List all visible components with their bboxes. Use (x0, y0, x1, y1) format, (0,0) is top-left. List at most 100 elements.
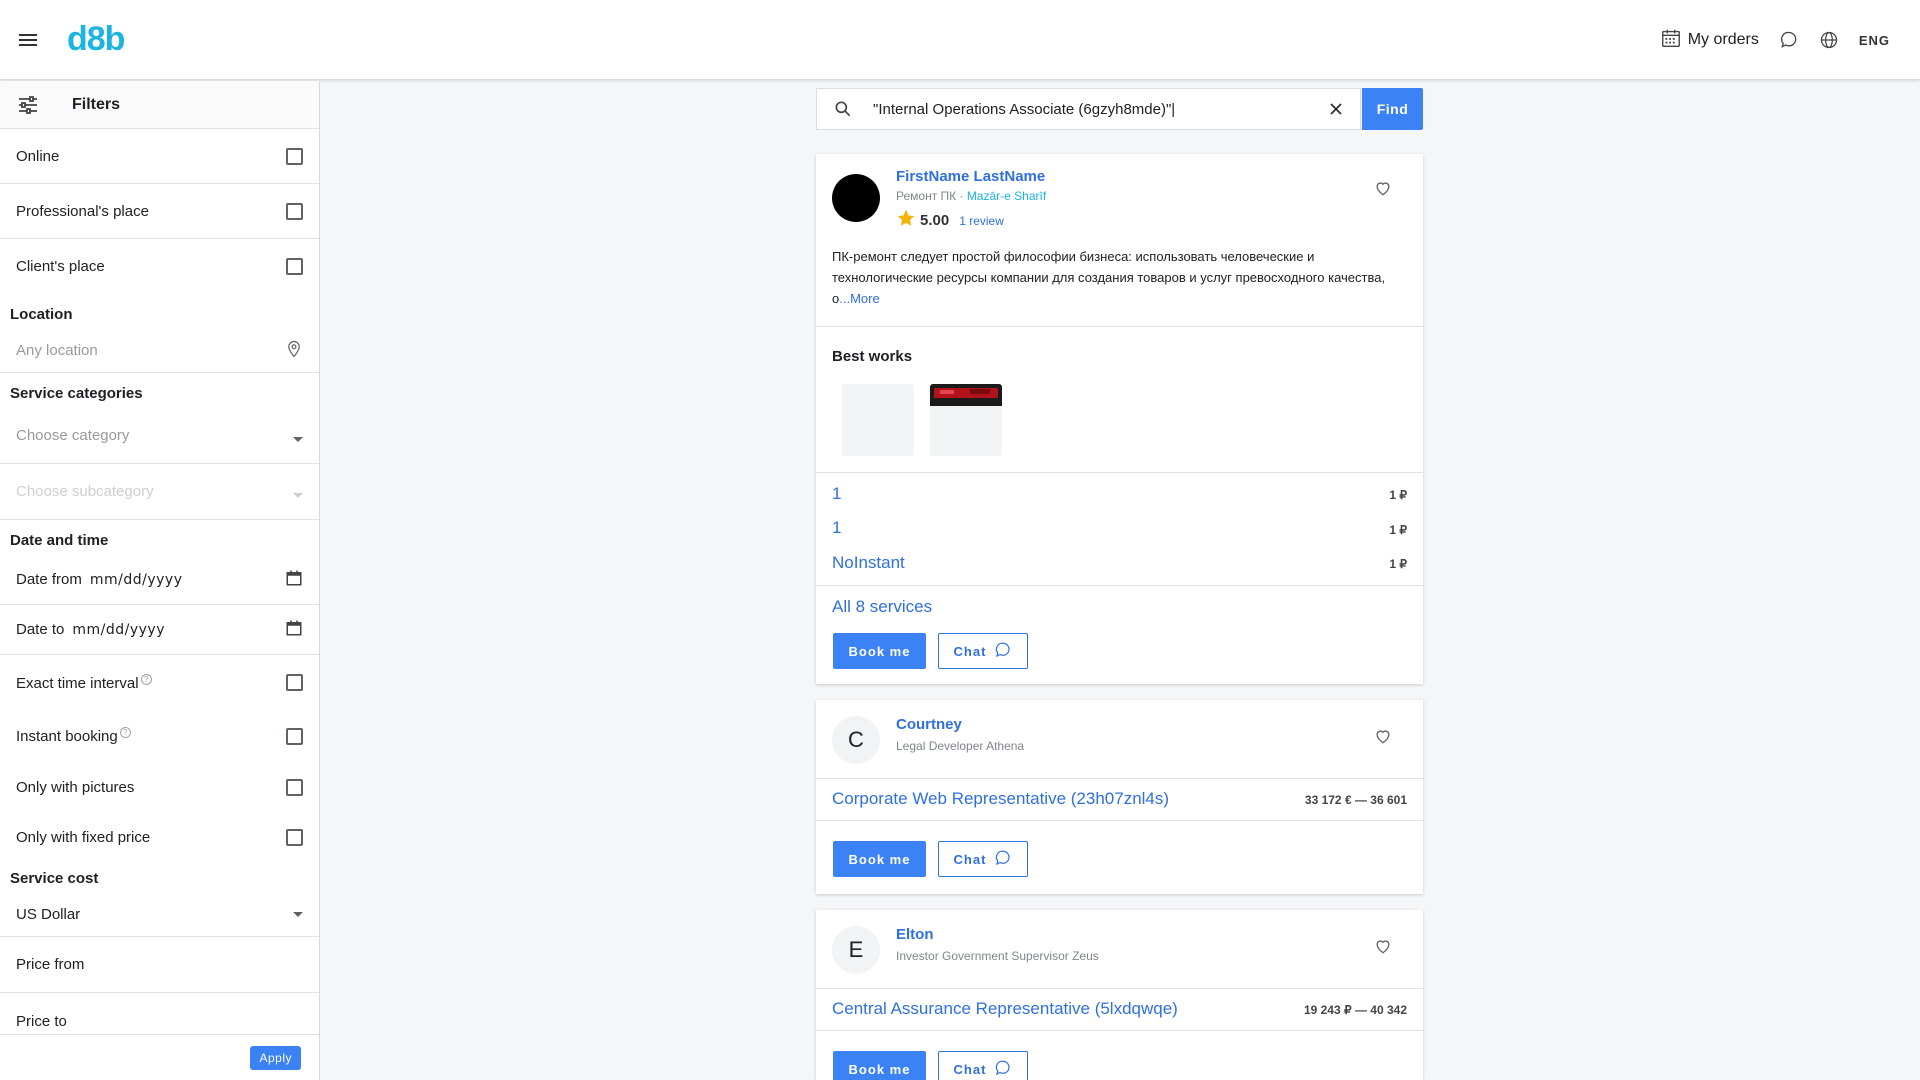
calendar-icon[interactable] (285, 619, 303, 641)
search-bar[interactable]: "Internal Operations Associate (6gzyh8md… (816, 88, 1361, 130)
more-link[interactable]: ...More (839, 291, 879, 306)
chat-icon (994, 641, 1012, 662)
chat-icon (994, 849, 1012, 870)
filter-professionals-place[interactable]: Professional's place (0, 184, 319, 239)
globe-icon[interactable] (1819, 30, 1839, 50)
apply-bar: Apply (0, 1034, 319, 1080)
filter-only-pictures[interactable]: Only with pictures (0, 762, 319, 812)
service-categories-title: Service categories (10, 385, 143, 402)
chevron-down-icon (293, 437, 303, 442)
service-link[interactable]: 1 (832, 484, 841, 504)
close-icon[interactable] (1326, 99, 1346, 119)
heart-icon[interactable] (1373, 178, 1393, 198)
only-pictures-checkbox[interactable] (286, 778, 303, 796)
price-from-input[interactable]: Price from (0, 937, 319, 993)
service-cost-title: Service cost (10, 870, 99, 887)
hamburger-menu-icon[interactable] (16, 28, 40, 52)
chat-button[interactable]: Chat (938, 841, 1028, 877)
tune-icon (16, 93, 40, 117)
only-pictures-label: Only with pictures (16, 778, 135, 796)
avatar[interactable] (832, 174, 880, 222)
find-button[interactable]: Find (1362, 88, 1423, 130)
professional-location[interactable]: Mazār-e Sharīf (967, 189, 1046, 203)
filter-clients-place[interactable]: Client's place (0, 239, 319, 294)
chat-button[interactable]: Chat (938, 1051, 1028, 1080)
all-services-link[interactable]: All 8 services (832, 597, 932, 617)
filter-fixed-price[interactable]: Only with fixed price (0, 812, 319, 862)
heart-icon[interactable] (1373, 936, 1393, 956)
chat-button-label: Chat (953, 851, 987, 867)
service-price: 1 ₽ (1389, 523, 1407, 537)
location-placeholder: Any location (16, 342, 98, 359)
top-header: d8b My orders ENG (0, 0, 1920, 80)
service-price: 19 243 ₽ — 40 342 (1303, 1003, 1407, 1017)
service-link[interactable]: 1 (832, 518, 841, 538)
filter-exact-time[interactable]: Exact time interval? (0, 655, 319, 710)
category-select[interactable]: Choose category (0, 408, 319, 464)
help-icon[interactable]: ? (119, 727, 131, 738)
location-input[interactable]: Any location (0, 329, 319, 373)
service-link[interactable]: Central Assurance Representative (5lxdqw… (832, 999, 1178, 1019)
book-button[interactable]: Book me (833, 1051, 926, 1080)
date-from-field[interactable]: Date from mm/dd/yyyy (0, 555, 319, 605)
chat-button[interactable]: Chat (938, 633, 1028, 669)
divider (816, 778, 1423, 779)
subcategory-placeholder: Choose subcategory (16, 483, 154, 500)
filters-sidebar: Filters Online Professional's place Clie… (0, 81, 320, 1080)
fixed-price-label: Only with fixed price (16, 828, 151, 846)
filter-online-label: Online (16, 147, 60, 165)
divider (816, 820, 1423, 821)
chat-icon[interactable] (1779, 30, 1799, 50)
heart-icon[interactable] (1373, 726, 1393, 746)
star-icon (896, 208, 916, 233)
fixed-price-checkbox[interactable] (286, 828, 303, 846)
service-link[interactable]: Corporate Web Representative (23h07znl4s… (832, 789, 1169, 809)
date-from-value[interactable]: mm/dd/yyyy (90, 572, 183, 588)
professional-card: C Courtney Legal Developer Athena Corpor… (816, 700, 1423, 894)
currency-select[interactable]: US Dollar (0, 893, 319, 937)
professionals-place-checkbox[interactable] (286, 202, 303, 220)
subcategory-select[interactable]: Choose subcategory (0, 464, 319, 520)
help-icon[interactable]: ? (140, 673, 152, 685)
search-input[interactable]: "Internal Operations Associate (6gzyh8md… (873, 101, 1326, 118)
exact-time-checkbox[interactable] (286, 674, 303, 691)
filters-title: Filters (72, 95, 121, 113)
avatar[interactable]: C (832, 716, 880, 764)
filter-online[interactable]: Online (0, 129, 319, 184)
book-button[interactable]: Book me (833, 633, 926, 669)
book-button[interactable]: Book me (833, 841, 926, 877)
professional-card: E Elton Investor Government Supervisor Z… (816, 910, 1423, 1080)
avatar[interactable]: E (832, 926, 880, 974)
location-title: Location (10, 306, 73, 323)
work-thumbnail[interactable] (930, 384, 1002, 456)
exact-time-label: Exact time interval (16, 674, 139, 692)
chevron-down-icon (293, 912, 303, 917)
professional-name[interactable]: Elton (896, 926, 934, 943)
price-to-label: Price to (16, 1012, 67, 1030)
service-price: 1 ₽ (1389, 557, 1407, 571)
calendar-icon[interactable] (285, 569, 303, 591)
logo[interactable]: d8b (67, 20, 125, 59)
filters-header: Filters (0, 81, 319, 129)
online-checkbox[interactable] (286, 147, 303, 165)
date-to-field[interactable]: Date to mm/dd/yyyy (0, 605, 319, 655)
work-thumbnail[interactable] (842, 384, 914, 456)
chevron-down-icon (293, 493, 303, 498)
professional-subtitle: Ремонт ПК · Mazār-e Sharīf (896, 189, 1046, 203)
divider (816, 585, 1423, 586)
review-count-link[interactable]: 1 review (959, 214, 1004, 228)
clients-place-checkbox[interactable] (286, 258, 303, 275)
filter-instant-booking[interactable]: Instant booking? (0, 710, 319, 762)
professional-name[interactable]: FirstName LastName (896, 168, 1045, 185)
apply-button[interactable]: Apply (250, 1046, 301, 1070)
instant-booking-checkbox[interactable] (286, 727, 303, 745)
date-to-value[interactable]: mm/dd/yyyy (72, 622, 165, 638)
chat-button-label: Chat (953, 1061, 987, 1077)
professional-name[interactable]: Courtney (896, 716, 962, 733)
language-switch[interactable]: ENG (1859, 33, 1890, 48)
date-time-title: Date and time (10, 532, 109, 549)
professional-category: Ремонт ПК · (896, 189, 967, 203)
my-orders-link[interactable]: My orders (1660, 27, 1759, 54)
service-link[interactable]: NoInstant (832, 553, 905, 573)
professional-description: ПК-ремонт следует простой философии бизн… (832, 246, 1392, 309)
